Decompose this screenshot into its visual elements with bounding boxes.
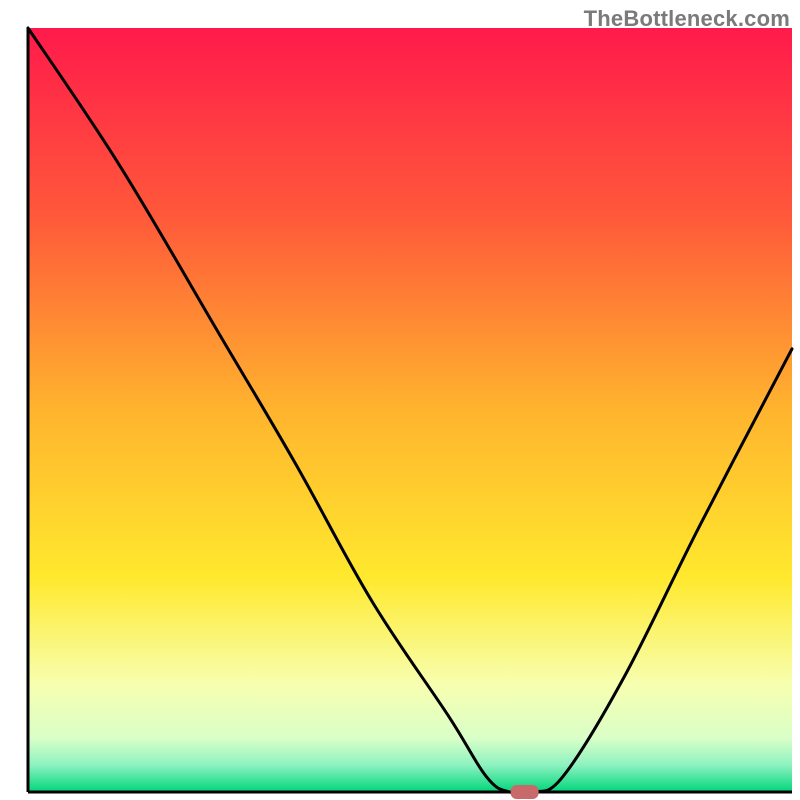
- bottleneck-chart: [0, 0, 800, 800]
- plot-background: [28, 28, 792, 792]
- chart-container: TheBottleneck.com: [0, 0, 800, 800]
- optimum-marker: [511, 785, 539, 799]
- watermark-text: TheBottleneck.com: [584, 6, 790, 32]
